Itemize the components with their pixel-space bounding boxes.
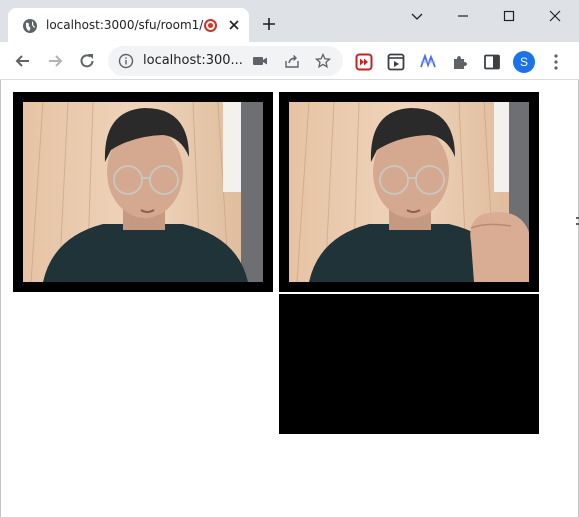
puzzle-icon[interactable]: [451, 53, 469, 71]
person-video-image: [23, 102, 263, 282]
video-frame: [23, 102, 263, 282]
tab-title: localhost:3000/sfu/room1/: [46, 18, 204, 32]
address-bar[interactable]: localhost:300...: [108, 46, 343, 76]
remote-video-1[interactable]: [279, 92, 539, 292]
title-bar: localhost:3000/sfu/room1/: [0, 0, 579, 42]
red-forward-extension-icon[interactable]: [355, 53, 373, 71]
star-icon[interactable]: [315, 53, 331, 69]
minimize-icon[interactable]: [453, 6, 473, 26]
new-tab-icon[interactable]: [261, 16, 277, 32]
window-close-icon[interactable]: [545, 6, 565, 26]
recording-icon: [204, 19, 217, 32]
arrow-left-icon[interactable]: [13, 51, 33, 71]
maximize-icon[interactable]: [499, 6, 519, 26]
share-icon[interactable]: [284, 53, 300, 69]
browser-tab[interactable]: localhost:3000/sfu/room1/: [8, 8, 249, 42]
browser-toolbar: localhost:300... S: [0, 42, 579, 80]
wave-extension-icon[interactable]: [419, 53, 437, 71]
reload-icon[interactable]: [77, 51, 97, 71]
page-viewport: [0, 80, 579, 517]
arrow-right-icon[interactable]: [45, 51, 65, 71]
more-vert-icon[interactable]: [550, 53, 562, 71]
avatar[interactable]: S: [513, 51, 535, 73]
globe-icon: [23, 19, 37, 33]
local-video[interactable]: [13, 92, 273, 292]
video-frame: [289, 102, 529, 282]
screen-extension-icon[interactable]: [387, 53, 405, 71]
close-icon[interactable]: [226, 17, 242, 33]
chevron-down-icon[interactable]: [407, 6, 427, 26]
window-border: [0, 80, 1, 517]
side-panel-icon[interactable]: [483, 53, 501, 71]
remote-video-2[interactable]: [279, 294, 539, 434]
camera-icon[interactable]: [252, 53, 268, 69]
url-text[interactable]: localhost:300...: [143, 53, 243, 69]
info-icon[interactable]: [118, 53, 134, 69]
person-video-image: [289, 102, 529, 282]
